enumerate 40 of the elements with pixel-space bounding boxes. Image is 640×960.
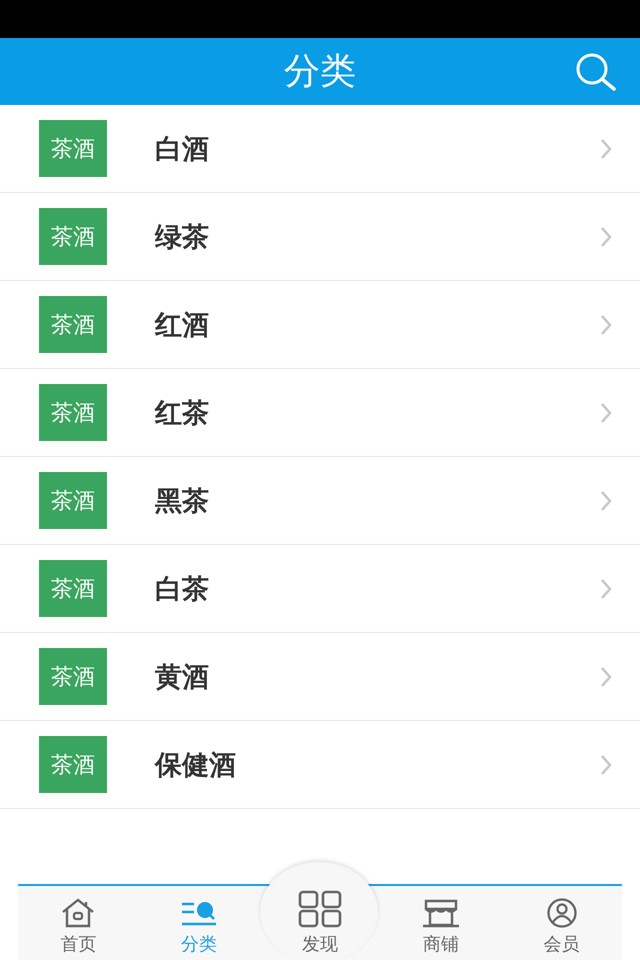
category-thumbnail: 茶酒: [39, 296, 107, 353]
category-thumbnail: 茶酒: [39, 120, 107, 177]
category-thumbnail: 茶酒: [39, 736, 107, 793]
category-thumbnail: 茶酒: [39, 648, 107, 705]
category-name: 红茶: [155, 396, 210, 430]
chevron-icon: [600, 138, 612, 160]
category-name: 红酒: [155, 308, 210, 342]
category-row[interactable]: 茶酒 红茶: [0, 369, 640, 457]
tab-button[interactable]: 发现: [260, 864, 380, 960]
chevron-icon: [600, 314, 612, 336]
chevron-icon: [600, 666, 612, 688]
category-name: 绿茶: [155, 220, 210, 254]
category-row[interactable]: 茶酒 保健酒: [0, 721, 640, 809]
tab-button[interactable]: 会员: [501, 886, 622, 960]
category-name: 黑茶: [155, 484, 210, 518]
category-thumbnail: 茶酒: [39, 384, 107, 441]
tab-button[interactable]: 首页: [18, 886, 139, 960]
chevron-icon: [600, 402, 612, 424]
chevron-icon: [600, 226, 612, 248]
category-row[interactable]: 茶酒 绿茶: [0, 193, 640, 281]
search-icon[interactable]: [574, 52, 618, 92]
chevron-icon: [600, 578, 612, 600]
category-name: 保健酒: [155, 748, 237, 782]
grid-icon: [298, 890, 342, 928]
category-name: 黄酒: [155, 660, 210, 694]
category-name: 白酒: [155, 132, 210, 166]
category-row[interactable]: 茶酒 黑茶: [0, 457, 640, 545]
category-thumbnail: 茶酒: [39, 472, 107, 529]
chevron-icon: [600, 754, 612, 776]
category-thumbnail: 茶酒: [39, 560, 107, 617]
category-row[interactable]: 茶酒 黄酒: [0, 633, 640, 721]
category-thumbnail: 茶酒: [39, 208, 107, 265]
page-title: 分类: [284, 50, 356, 94]
tab-button[interactable]: 商铺: [380, 886, 502, 960]
category-row[interactable]: 茶酒 白酒: [0, 105, 640, 193]
category-row[interactable]: 茶酒 白茶: [0, 545, 640, 633]
category-name: 白茶: [155, 572, 210, 606]
shop-icon: [422, 898, 460, 928]
category-row[interactable]: 茶酒 红酒: [0, 281, 640, 369]
chevron-icon: [600, 490, 612, 512]
